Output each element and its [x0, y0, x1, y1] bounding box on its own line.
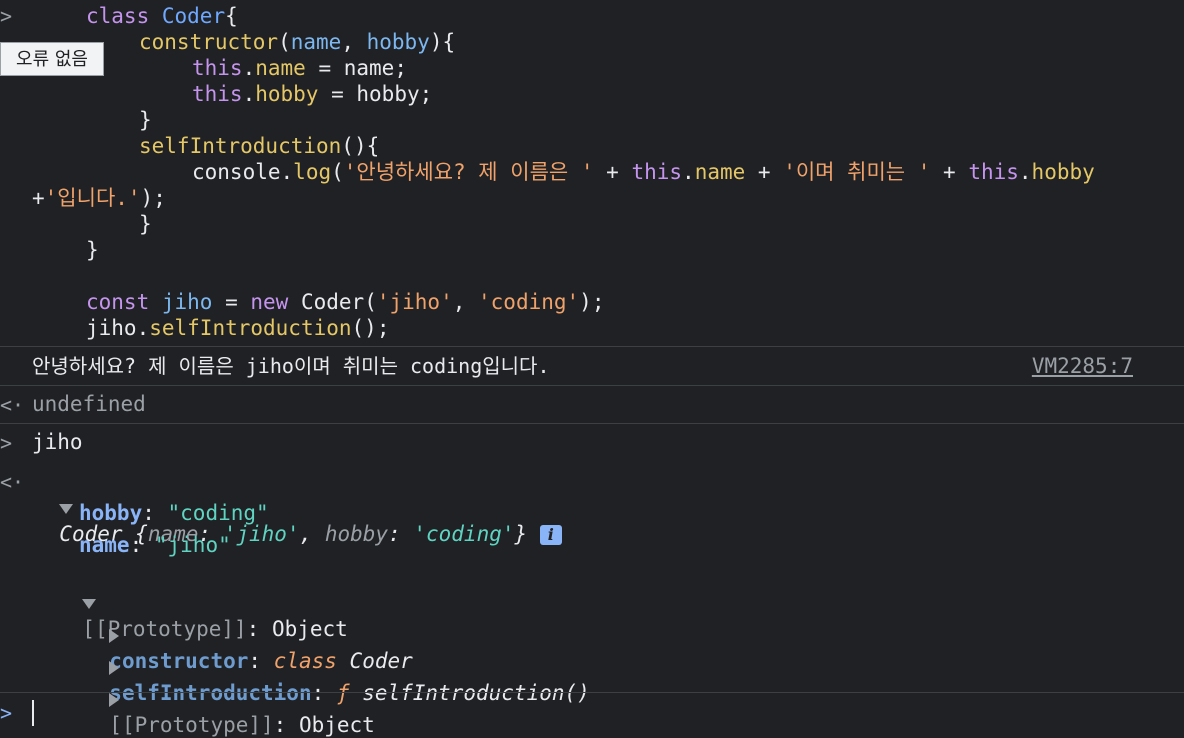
expand-triangle-icon[interactable] — [59, 504, 74, 514]
result-undefined: undefined — [32, 392, 146, 416]
code-line-10: } — [86, 238, 99, 262]
input-jiho: jiho — [32, 430, 83, 454]
separator — [0, 423, 1184, 424]
code-line-6: selfIntroduction(){ — [139, 134, 380, 158]
console-prompt-icon: > — [0, 701, 13, 725]
no-errors-tooltip: 오류 없음 — [0, 42, 104, 76]
log-source-link[interactable]: VM2285:7 — [1032, 353, 1133, 379]
info-icon[interactable]: i — [539, 525, 562, 545]
code-line-11: const jiho = new Coder('jiho', 'coding')… — [86, 290, 605, 314]
code-line-4: this.hobby = hobby; — [192, 82, 433, 106]
console-log-message: 안녕하세요? 제 이름은 jiho이며 취미는 coding입니다. — [32, 354, 550, 378]
input-prompt-icon: > — [0, 4, 13, 28]
code-line-5: } — [139, 108, 152, 132]
code-line-1: class Coder{ — [86, 4, 238, 28]
code-line-8: +'입니다.'); — [32, 186, 166, 210]
prototype-prototype-row[interactable]: [[Prototype]]: Object — [84, 660, 375, 738]
console-input[interactable] — [32, 700, 34, 726]
result-arrow-icon: <· — [0, 470, 25, 494]
collapse-triangle-icon[interactable] — [109, 693, 120, 707]
input-prompt-icon: > — [0, 431, 13, 455]
separator — [0, 692, 1184, 693]
code-line-7: console.log('안녕하세요? 제 이름은 ' + this.name … — [192, 160, 1095, 184]
code-line-2: constructor(name, hobby){ — [139, 30, 456, 54]
code-line-3: this.name = name; — [192, 56, 407, 80]
object-property-hobby: hobby: "coding" — [79, 501, 269, 525]
object-property-name: name: "jiho" — [79, 533, 231, 557]
separator — [0, 346, 1184, 347]
code-line-9: } — [139, 212, 152, 236]
result-arrow-icon: <· — [0, 393, 25, 417]
separator — [0, 385, 1184, 386]
code-line-12: jiho.selfIntroduction(); — [86, 316, 390, 340]
